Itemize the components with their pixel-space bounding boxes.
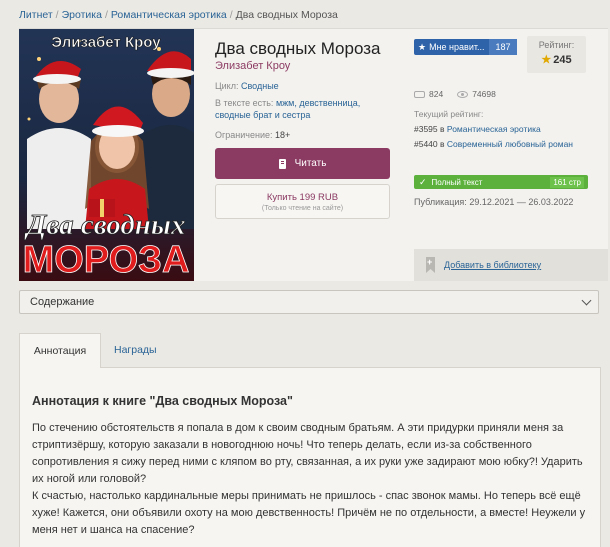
rating-box: Рейтинг: ★ 245 — [527, 36, 586, 73]
like-label: Мне нравит... — [429, 42, 485, 52]
rank-line-1: #3595 в Романтическая эротика — [414, 123, 594, 135]
add-to-library-label: Добавить в библиотеку — [444, 260, 542, 270]
cover-illustration: Элизабет Кроу Два сводных МОРОЗА — [19, 29, 194, 281]
breadcrumb-separator: / — [55, 9, 59, 21]
contents-label: Содержание — [30, 296, 95, 308]
rank1-in: в — [440, 124, 445, 134]
rating-value: 245 — [553, 54, 572, 66]
page-count: 161 стр — [550, 176, 584, 188]
publication-dates: Публикация: 29.12.2021 — 26.03.2022 — [414, 197, 573, 207]
book-cycle: Цикл: Сводные — [215, 81, 279, 91]
buy-button-note: (Только чтение на сайте) — [261, 205, 344, 212]
breadcrumb-item-litnet[interactable]: Литнет — [19, 9, 53, 21]
rating-value-wrap: ★ 245 — [527, 53, 586, 66]
limit-value: 18+ — [275, 130, 291, 140]
book-title: Два сводных Мороза — [215, 39, 381, 58]
star-icon: ★ — [418, 41, 427, 52]
rank2-position: #5440 — [414, 139, 438, 149]
chevron-down-icon — [581, 295, 592, 305]
read-button[interactable]: Читать — [215, 148, 390, 179]
book-cover[interactable]: Элизабет Кроу Два сводных МОРОЗА — [19, 29, 194, 281]
cycle-link[interactable]: Сводные — [241, 81, 279, 91]
annotation-text: По стечению обстоятельств я попала в дом… — [32, 420, 587, 539]
breadcrumb-item-romantic-erotica[interactable]: Романтическая эротика — [111, 9, 227, 21]
tags-label: В тексте есть: — [215, 98, 274, 108]
published-label: Публикация: — [414, 197, 467, 207]
rank1-genre-link[interactable]: Романтическая эротика — [447, 124, 541, 134]
bookmark-icon — [426, 257, 435, 273]
eye-icon — [457, 90, 469, 98]
book-sidebar: ★ Мне нравит... 187 Рейтинг: ★ 245 824 74… — [414, 29, 608, 281]
tab-awards[interactable]: Награды — [114, 333, 157, 367]
like-button[interactable]: ★ Мне нравит... 187 — [414, 39, 517, 55]
add-to-library-button[interactable]: Добавить в библиотеку — [414, 249, 608, 281]
full-text-badge: ✓ Полный текст 161 стр — [414, 175, 588, 189]
views-count: 74698 — [472, 89, 496, 99]
book-tags: В тексте есть: мжм, девственница, сводны… — [215, 97, 395, 121]
full-text-label: Полный текст — [431, 177, 483, 187]
rank2-genre-link[interactable]: Современный любовный роман — [447, 139, 573, 149]
comments-icon — [414, 90, 425, 98]
book-tabs: Аннотация Награды — [19, 333, 601, 368]
cover-title-line2: МОРОЗА — [23, 239, 190, 281]
age-limit: Ограничение: 18+ — [215, 130, 290, 140]
annotation-paragraph: По стечению обстоятельств я попала в дом… — [32, 422, 583, 485]
book-stats: 824 74698 — [414, 89, 496, 99]
annotation-panel: Аннотация к книге "Два сводных Мороза" П… — [19, 367, 601, 547]
book-card: Элизабет Кроу Два сводных МОРОЗА Два сво… — [19, 28, 608, 281]
breadcrumb-separator: / — [229, 9, 233, 21]
published-value: 29.12.2021 — 26.03.2022 — [469, 197, 574, 207]
like-count: 187 — [489, 39, 517, 55]
breadcrumb: Литнет / Эротика / Романтическая эротика / Два… — [19, 9, 338, 21]
check-icon: ✓ — [419, 176, 427, 187]
cover-title-line1: Два сводных — [24, 209, 186, 241]
annotation-paragraph: К счастью, настолько кардинальные меры п… — [32, 490, 586, 536]
book-icon — [278, 158, 286, 169]
buy-button[interactable]: Купить 199 RUB (Только чтение на сайте) — [215, 184, 390, 219]
book-author-link[interactable]: Элизабет Кроу — [215, 60, 290, 72]
contents-dropdown[interactable]: Содержание — [19, 290, 599, 314]
cover-author-text: Элизабет Кроу — [51, 34, 161, 51]
rating-label: Рейтинг: — [538, 40, 575, 50]
current-rating-label: Текущий рейтинг: — [414, 109, 484, 119]
rank1-position: #3595 — [414, 124, 438, 134]
comments-count: 824 — [429, 89, 444, 99]
breadcrumb-separator: / — [104, 9, 108, 21]
read-button-label: Читать — [294, 158, 327, 169]
buy-button-label: Купить 199 RUB — [266, 192, 339, 203]
annotation-title: Аннотация к книге "Два сводных Мороза" — [32, 394, 293, 408]
breadcrumb-item-erotica[interactable]: Эротика — [62, 9, 102, 21]
limit-label: Ограничение: — [215, 130, 273, 140]
cycle-label: Цикл: — [215, 81, 239, 91]
tab-annotation[interactable]: Аннотация — [19, 333, 101, 368]
rank2-in: в — [440, 139, 445, 149]
rank-line-2: #5440 в Современный любовный роман — [414, 138, 594, 150]
breadcrumb-current: Два сводных Мороза — [235, 9, 338, 21]
star-icon: ★ — [541, 54, 552, 66]
